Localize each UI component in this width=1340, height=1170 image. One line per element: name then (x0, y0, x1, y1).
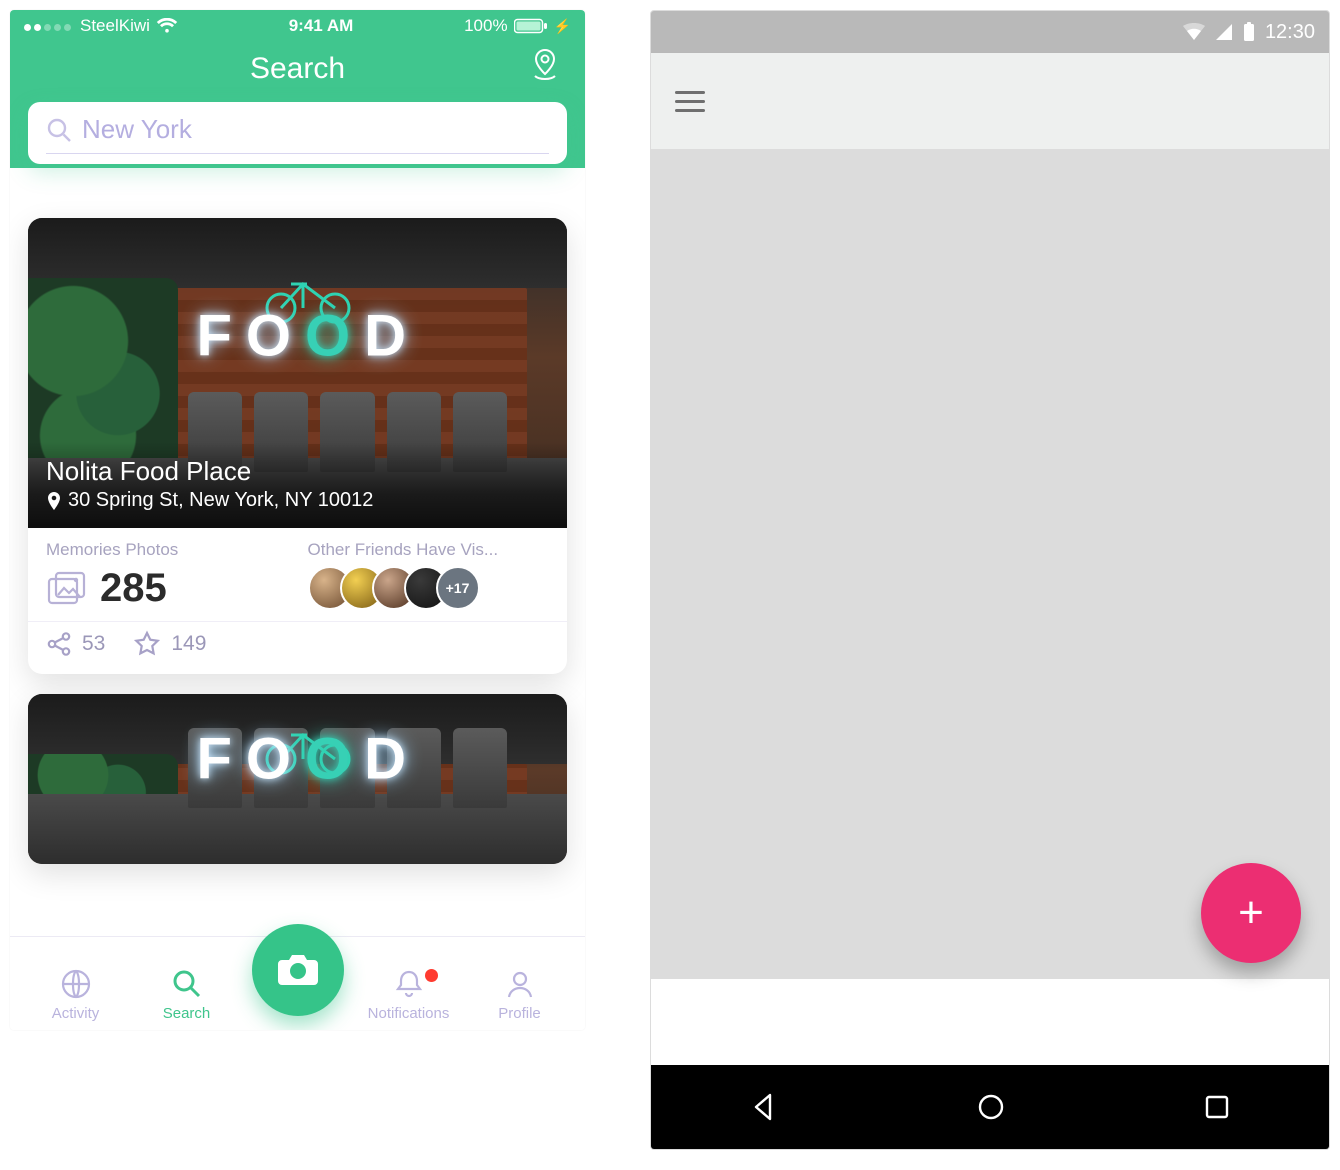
neon-sign: FOOD (196, 725, 420, 792)
battery-percent: 100% (464, 16, 507, 36)
avatar-more-count[interactable]: +17 (436, 566, 480, 610)
notification-badge (425, 969, 438, 982)
android-app-bar (651, 53, 1329, 149)
wifi-icon (1183, 23, 1205, 41)
user-icon (504, 967, 536, 1001)
status-time: 9:41 AM (289, 16, 354, 36)
wifi-icon (156, 18, 178, 34)
share-action[interactable]: 53 (46, 631, 105, 657)
nav-home-icon[interactable] (975, 1091, 1007, 1123)
photos-icon (46, 570, 88, 608)
carrier-label: SteelKiwi (80, 16, 150, 36)
share-count: 53 (82, 632, 105, 656)
cell-signal-icon (1215, 23, 1233, 41)
ios-tab-bar: Activity Search . Notifications Profile (10, 936, 585, 1030)
memories-label: Memories Photos (46, 540, 288, 560)
android-content-area (651, 149, 1329, 979)
place-actions: 53 149 (28, 621, 567, 674)
favorite-count: 149 (171, 632, 206, 656)
android-system-nav (651, 1065, 1329, 1149)
tab-activity[interactable]: Activity (20, 967, 131, 1022)
bell-icon (393, 967, 425, 1001)
place-address: 30 Spring St, New York, NY 10012 (46, 489, 549, 512)
tab-profile[interactable]: Profile (464, 967, 575, 1022)
search-icon (171, 967, 203, 1001)
place-hero-image: FOOD (28, 694, 567, 864)
android-status-bar: 12:30 (651, 11, 1329, 53)
place-meta: Memories Photos 285 Other Friends Have V… (28, 528, 567, 621)
location-pin-button[interactable] (527, 46, 563, 82)
battery-icon (1243, 22, 1255, 42)
android-bottom-strip (651, 979, 1329, 1065)
battery-icon (514, 18, 548, 34)
search-card (28, 102, 567, 164)
friend-avatars[interactable]: +17 (308, 566, 550, 610)
nav-back-icon[interactable] (748, 1091, 780, 1123)
globe-icon (60, 967, 92, 1001)
tab-notifications[interactable]: Notifications (353, 967, 464, 1022)
menu-icon[interactable] (675, 91, 705, 112)
camera-fab[interactable] (252, 924, 344, 1016)
search-input[interactable] (82, 114, 549, 145)
tab-label: Activity (52, 1005, 100, 1022)
camera-icon (276, 951, 320, 989)
tab-search[interactable]: Search (131, 967, 242, 1022)
ios-status-bar: SteelKiwi 9:41 AM 100% ⚡ (10, 10, 585, 38)
ios-header: SteelKiwi 9:41 AM 100% ⚡ Search (10, 10, 585, 168)
bolt-icon: ⚡ (554, 18, 571, 35)
ios-device-frame: SteelKiwi 9:41 AM 100% ⚡ Search (10, 10, 585, 1030)
friends-label: Other Friends Have Vis... (308, 540, 550, 560)
place-name: Nolita Food Place (46, 456, 549, 487)
tab-label: Notifications (368, 1005, 450, 1022)
star-icon (133, 630, 161, 658)
page-title: Search (250, 52, 345, 86)
pin-icon (46, 492, 62, 510)
place-hero-image: FOOD Nolita Food Place 30 Spring St, New… (28, 218, 567, 528)
nav-recents-icon[interactable] (1202, 1092, 1232, 1122)
place-card[interactable]: FOOD (28, 694, 567, 864)
add-fab[interactable]: + (1201, 863, 1301, 963)
results-scroll[interactable]: FOOD Nolita Food Place 30 Spring St, New… (10, 200, 585, 936)
memories-count: 285 (100, 566, 167, 611)
search-icon (46, 117, 72, 143)
share-icon (46, 631, 72, 657)
favorite-action[interactable]: 149 (133, 630, 206, 658)
tab-label: Profile (498, 1005, 541, 1022)
android-device-frame: 12:30 + (650, 10, 1330, 1150)
tab-label: Search (163, 1005, 211, 1022)
neon-sign: FOOD (196, 302, 420, 369)
place-card[interactable]: FOOD Nolita Food Place 30 Spring St, New… (28, 218, 567, 674)
plus-icon: + (1238, 891, 1264, 935)
signal-dots-icon (24, 16, 74, 36)
status-time: 12:30 (1265, 21, 1315, 44)
